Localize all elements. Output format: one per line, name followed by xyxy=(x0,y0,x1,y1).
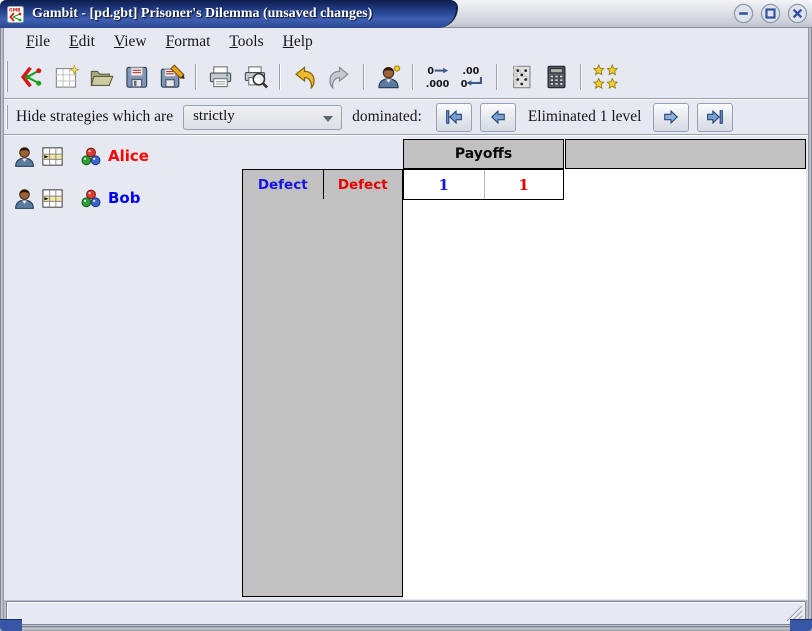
window-corner-bottom-left[interactable] xyxy=(0,619,22,631)
new-game-button[interactable] xyxy=(53,63,80,91)
toolbar-separator xyxy=(195,64,197,90)
player-row-bob: Bob xyxy=(4,184,240,216)
toolbar-separator xyxy=(496,64,498,90)
print-preview-button[interactable] xyxy=(242,63,269,91)
maximize-button[interactable] xyxy=(760,3,781,24)
open-button[interactable] xyxy=(88,63,115,91)
gambit-window: GMB Gambit - [pd.gbt] Prisoner's Dilemma… xyxy=(0,0,812,631)
player-color-icon[interactable] xyxy=(80,144,102,169)
gambit-app-icon: GMB xyxy=(7,6,24,23)
header-spacer-cell xyxy=(565,139,806,169)
window-border-right[interactable] xyxy=(808,28,812,626)
payoff-cell-column-player[interactable]: 1 xyxy=(484,170,564,199)
print-button[interactable] xyxy=(207,63,234,91)
table-background xyxy=(403,139,806,599)
menu-bar: File Edit View Format Tools Help xyxy=(4,28,808,55)
window-title: Gambit - [pd.gbt] Prisoner's Dilemma (un… xyxy=(32,6,372,22)
strategic-form-view: Alice Bob xyxy=(4,136,808,600)
toolbar: 0 .000 .00 0 xyxy=(4,55,808,99)
payoffs-header: Payoffs xyxy=(403,139,564,169)
svg-text:.00: .00 xyxy=(462,66,479,77)
save-as-button[interactable] xyxy=(158,63,185,91)
decrease-decimals-button[interactable]: .00 0 xyxy=(459,63,486,91)
payoff-cell-row-player[interactable]: 1 xyxy=(404,170,484,199)
chevron-down-icon xyxy=(323,116,333,122)
redo-button-disabled[interactable] xyxy=(326,63,353,91)
player-icon[interactable] xyxy=(12,144,37,169)
menu-item-edit[interactable]: Edit xyxy=(66,31,98,53)
calculator-button[interactable] xyxy=(543,63,570,91)
strategy-row: Defect Defect xyxy=(242,169,403,200)
menu-item-view[interactable]: View xyxy=(111,31,150,53)
dominance-toolbar: Hide strategies which are strictly domin… xyxy=(4,100,808,135)
toolbar-separator xyxy=(279,64,281,90)
first-level-button[interactable] xyxy=(436,103,472,132)
edit-strategies-icon[interactable] xyxy=(40,144,65,169)
toolbar-separator xyxy=(363,64,365,90)
toolbar-separator xyxy=(412,64,414,90)
title-bar[interactable]: GMB Gambit - [pd.gbt] Prisoner's Dilemma… xyxy=(0,0,812,28)
toolbar-separator xyxy=(580,64,582,90)
save-button[interactable] xyxy=(123,63,150,91)
compute-equilibria-button[interactable] xyxy=(592,63,619,91)
strategy-column-area[interactable] xyxy=(242,199,403,597)
svg-text:.000: .000 xyxy=(426,79,450,90)
last-level-button[interactable] xyxy=(697,103,733,132)
gambit-logo-icon[interactable] xyxy=(18,63,45,91)
player-row-alice: Alice xyxy=(4,142,240,174)
window-border-left[interactable] xyxy=(0,28,4,626)
menu-item-format[interactable]: Format xyxy=(163,31,214,53)
strategy-cell-column-player[interactable]: Defect xyxy=(323,170,403,199)
edit-strategies-icon[interactable] xyxy=(40,186,65,211)
dominance-toolbar-gripper[interactable] xyxy=(6,105,10,129)
svg-text:GMB: GMB xyxy=(9,7,21,13)
player-name-alice[interactable]: Alice xyxy=(108,147,149,165)
status-bar xyxy=(6,601,806,625)
window-border-bottom[interactable] xyxy=(0,626,812,631)
title-tab: GMB Gambit - [pd.gbt] Prisoner's Dilemma… xyxy=(0,0,458,28)
undo-button[interactable] xyxy=(291,63,318,91)
dominance-type-value: strictly xyxy=(193,108,235,124)
payoff-row: 1 1 xyxy=(403,169,564,200)
dominance-label-suffix: dominated: xyxy=(352,108,422,126)
close-button[interactable] xyxy=(787,3,808,24)
player-name-bob[interactable]: Bob xyxy=(108,189,140,207)
dominance-label-prefix: Hide strategies which are xyxy=(16,108,173,126)
strategy-cell-row-player[interactable]: Defect xyxy=(243,170,323,199)
increase-decimals-button[interactable]: 0 .000 xyxy=(424,63,451,91)
player-color-icon[interactable] xyxy=(80,186,102,211)
player-icon[interactable] xyxy=(12,186,37,211)
previous-level-button[interactable] xyxy=(480,103,516,132)
svg-text:0: 0 xyxy=(427,66,434,77)
dominance-status: Eliminated 1 level xyxy=(528,108,642,126)
minimize-button[interactable] xyxy=(733,3,754,24)
menu-item-help[interactable]: Help xyxy=(280,31,316,53)
dominance-type-select[interactable]: strictly xyxy=(183,105,342,130)
menu-item-file[interactable]: File xyxy=(23,31,53,53)
next-level-button[interactable] xyxy=(653,103,689,132)
menu-item-tools[interactable]: Tools xyxy=(226,31,266,53)
randomize-payoffs-button[interactable] xyxy=(508,63,535,91)
window-corner-bottom-right[interactable] xyxy=(790,619,812,631)
add-player-button[interactable] xyxy=(375,63,402,91)
svg-text:0: 0 xyxy=(461,79,468,90)
toolbar-gripper[interactable] xyxy=(6,61,10,91)
